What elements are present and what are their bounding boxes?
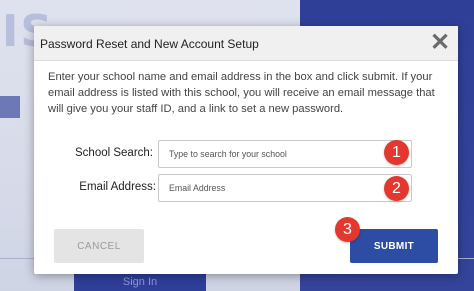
background-accent-bar (0, 96, 20, 118)
modal-title: Password Reset and New Account Setup (40, 37, 259, 51)
modal-header: Password Reset and New Account Setup ✕ (34, 26, 458, 61)
cancel-button[interactable]: CANCEL (54, 229, 144, 263)
step-badge-3: 3 (335, 217, 360, 242)
step-badge-2: 2 (384, 176, 409, 201)
school-search-input[interactable] (158, 140, 412, 168)
submit-button[interactable]: SUBMIT (350, 229, 438, 263)
close-icon[interactable]: ✕ (428, 31, 452, 55)
modal-description: Enter your school name and email address… (48, 71, 435, 115)
step-badge-1: 1 (384, 140, 409, 165)
email-address-input[interactable] (158, 174, 412, 202)
school-search-label: School Search: (75, 147, 153, 159)
email-address-label: Email Address: (79, 181, 156, 193)
